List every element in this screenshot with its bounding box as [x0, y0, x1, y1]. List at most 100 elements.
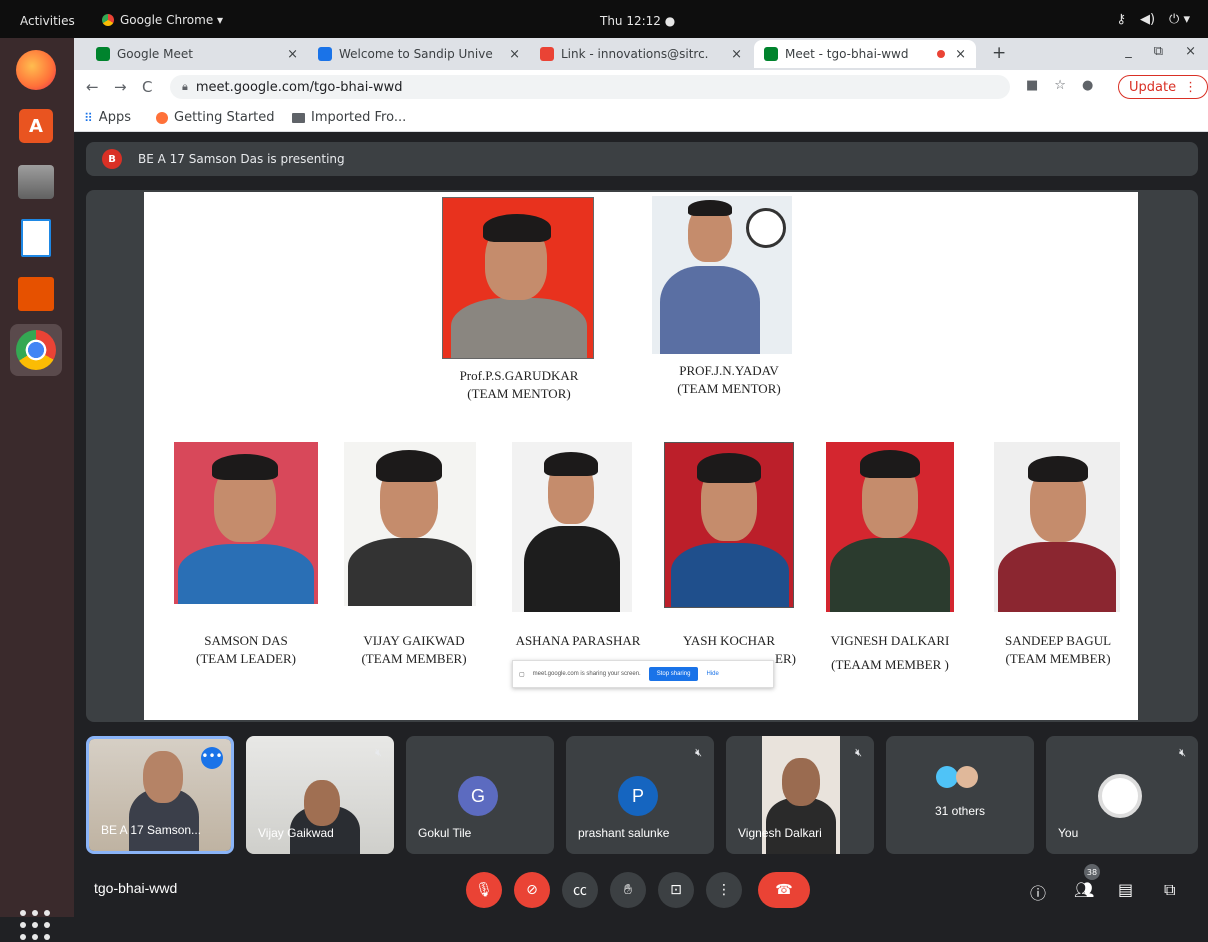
- app-menu-label: Google Chrome ▾: [120, 13, 224, 27]
- update-button[interactable]: Update ⋮: [1118, 75, 1208, 99]
- present-icon[interactable]: ⊡: [658, 872, 694, 908]
- files-icon: [18, 165, 54, 199]
- meet-page: B BE A 17 Samson Das is presenting Prof.…: [74, 132, 1208, 917]
- camera-icon[interactable]: ■: [1026, 78, 1038, 93]
- forward-button[interactable]: →: [114, 78, 127, 96]
- participant-name: prashant salunke: [578, 826, 670, 840]
- minimize-button[interactable]: _: [1125, 44, 1132, 59]
- close-icon[interactable]: ×: [731, 47, 742, 62]
- stop-sharing-button[interactable]: Stop sharing: [648, 667, 699, 681]
- tab-meet-active[interactable]: Meet - tgo-bhai-wwd ×: [754, 40, 976, 68]
- bookmark-apps[interactable]: ⠿ Apps: [84, 110, 131, 125]
- restore-button[interactable]: ⧉: [1154, 44, 1163, 59]
- participant-avatar: G: [458, 776, 498, 816]
- chrome-icon: [102, 14, 114, 26]
- close-window-button[interactable]: ×: [1185, 44, 1196, 59]
- tab-strip: Google Meet × Welcome to Sandip Unive × …: [74, 38, 1208, 70]
- bookmark-label: Getting Started: [174, 110, 275, 125]
- site-icon: [318, 47, 332, 61]
- tab-gmail[interactable]: Link - innovations@sitrc. ×: [530, 40, 752, 68]
- meet-icon: [764, 47, 778, 61]
- close-icon[interactable]: ×: [955, 47, 966, 62]
- participant-tile[interactable]: 🔇︎ P prashant salunke: [566, 736, 714, 854]
- participant-tile[interactable]: 🔇︎ Vijay Gaikwad: [246, 736, 394, 854]
- close-icon[interactable]: ×: [509, 47, 520, 62]
- mentor-photo: [652, 196, 792, 354]
- tab-google-meet[interactable]: Google Meet ×: [86, 40, 308, 68]
- participant-name: Gokul Tile: [418, 826, 472, 840]
- bookmarks-bar: ⠿ Apps Getting Started Imported Fro...: [74, 104, 1208, 132]
- participant-tile[interactable]: G Gokul Tile: [406, 736, 554, 854]
- update-label: Update: [1129, 79, 1177, 95]
- captions-icon[interactable]: ㏄: [562, 872, 598, 908]
- apps-grid-icon: ⠿: [84, 110, 93, 125]
- member-name: VIJAY GAIKWAD: [363, 633, 465, 648]
- presenting-banner: B BE A 17 Samson Das is presenting: [86, 142, 1198, 176]
- member-photo: [826, 442, 954, 612]
- participant-avatar: P: [618, 776, 658, 816]
- mic-off-icon[interactable]: 🎙︎: [466, 872, 502, 908]
- share-text: meet.google.com is sharing your screen.: [532, 671, 641, 677]
- presentation-stage: Prof.P.S.GARUDKAR (TEAM MENTOR) PROF.J.N…: [86, 190, 1198, 722]
- hang-up-icon[interactable]: ☎︎: [758, 872, 810, 908]
- dock-firefox[interactable]: [10, 44, 62, 96]
- more-options-icon[interactable]: ⋮: [706, 872, 742, 908]
- profile-icon[interactable]: ●: [1082, 78, 1093, 93]
- muted-icon: 🔇︎: [695, 746, 702, 759]
- member-role: (TEAAM MEMBER ): [831, 657, 949, 672]
- mentor-photo: [442, 197, 594, 359]
- chat-icon[interactable]: ▤: [1118, 880, 1133, 899]
- dock-chrome[interactable]: [10, 324, 62, 376]
- muted-icon: 🔇︎: [855, 746, 862, 759]
- mentor-role: (TEAM MENTOR): [467, 386, 571, 401]
- system-top-bar: Activities Google Chrome ▾ Thu 12:12 ● ⚷…: [0, 0, 1208, 38]
- address-bar[interactable]: 🔒︎ meet.google.com/tgo-bhai-wwd: [170, 75, 1010, 99]
- browser-toolbar: ← → C 🔒︎ meet.google.com/tgo-bhai-wwd ■ …: [74, 70, 1208, 104]
- star-icon[interactable]: ☆: [1054, 78, 1066, 93]
- raise-hand-icon[interactable]: ✋︎: [610, 872, 646, 908]
- dock-writer[interactable]: [10, 212, 62, 264]
- member-photo: [994, 442, 1120, 612]
- activities-icon[interactable]: ⧉: [1164, 880, 1175, 900]
- participant-count-badge: 38: [1084, 864, 1100, 880]
- others-avatar: [936, 766, 958, 788]
- participant-name: BE A 17 Samson...: [101, 823, 202, 837]
- dock: A: [0, 38, 74, 940]
- dock-software[interactable]: A: [10, 100, 62, 152]
- bookmark-getting-started[interactable]: Getting Started: [156, 110, 275, 125]
- clock[interactable]: Thu 12:12 ●: [600, 14, 675, 28]
- screen-share-bar: ▢ meet.google.com is sharing your screen…: [512, 660, 774, 688]
- browser-window: Google Meet × Welcome to Sandip Unive × …: [74, 38, 1208, 917]
- mentor-name: PROF.J.N.YADAV: [679, 363, 779, 378]
- meeting-code: tgo-bhai-wwd: [94, 880, 178, 896]
- hide-button[interactable]: Hide: [706, 671, 718, 677]
- close-icon[interactable]: ×: [287, 47, 298, 62]
- show-applications-icon[interactable]: [20, 910, 52, 942]
- participant-tile[interactable]: ••• BE A 17 Samson...: [86, 736, 234, 854]
- more-options-icon[interactable]: •••: [201, 747, 223, 769]
- member-role: (TEAM MEMBER): [361, 651, 467, 666]
- system-tray[interactable]: ⚷ ◀) ⏻ ▾: [1116, 12, 1190, 27]
- others-count: 31 others: [934, 804, 986, 818]
- lock-icon: 🔒︎: [182, 80, 188, 93]
- member-caption: VIGNESH DALKARI (TEAAM MEMBER ): [810, 632, 970, 674]
- others-tile[interactable]: 31 others: [886, 736, 1034, 854]
- member-name: ASHANA PARASHAR: [515, 633, 641, 648]
- reload-button[interactable]: C: [142, 78, 152, 96]
- participant-tile[interactable]: 🔇︎ Vignesh Dalkari: [726, 736, 874, 854]
- info-icon[interactable]: ⓘ: [1030, 880, 1046, 904]
- dock-files[interactable]: [10, 156, 62, 208]
- new-tab-button[interactable]: +: [992, 43, 1006, 63]
- member-caption: VIJAY GAIKWAD (TEAM MEMBER): [334, 632, 494, 668]
- tab-sandip[interactable]: Welcome to Sandip Unive ×: [308, 40, 530, 68]
- college-logo: [746, 208, 786, 248]
- people-icon[interactable]: 👥︎: [1074, 880, 1094, 899]
- dock-presentation[interactable]: [10, 268, 62, 320]
- mentor-name: Prof.P.S.GARUDKAR: [459, 368, 579, 383]
- camera-off-icon[interactable]: ⊘: [514, 872, 550, 908]
- back-button[interactable]: ←: [86, 78, 99, 96]
- activities-button[interactable]: Activities: [20, 14, 75, 28]
- self-tile[interactable]: 🔇︎ You: [1046, 736, 1198, 854]
- bookmark-imported[interactable]: Imported Fro...: [292, 110, 406, 125]
- app-menu[interactable]: Google Chrome ▾: [102, 13, 223, 27]
